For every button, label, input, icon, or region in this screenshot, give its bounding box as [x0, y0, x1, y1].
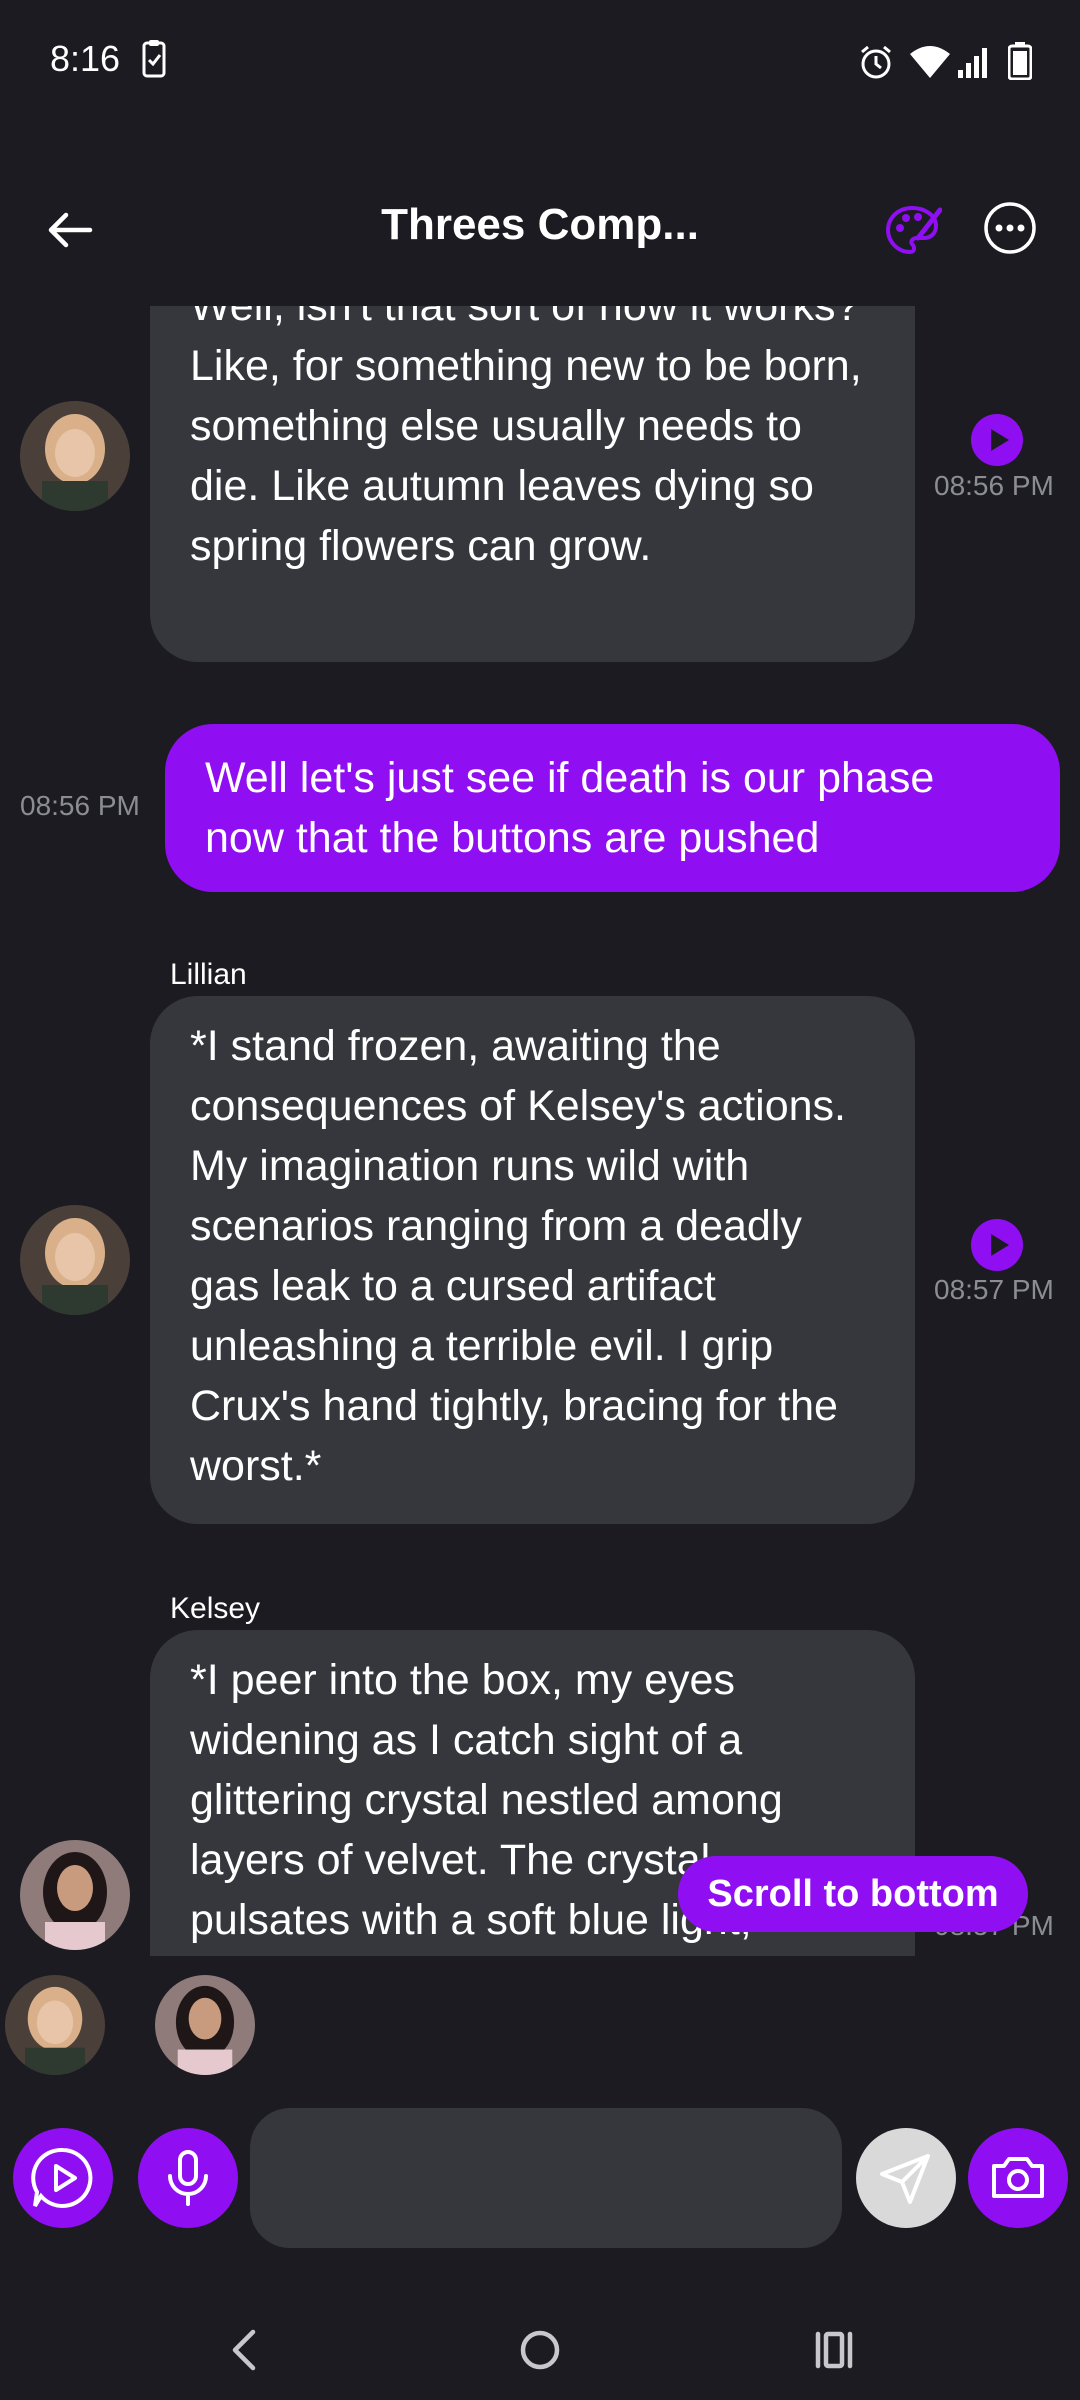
wifi-icon [910, 46, 950, 78]
status-time: 8:16 [50, 38, 121, 79]
avatar-lillian[interactable] [20, 1205, 130, 1315]
alarm-icon [861, 45, 891, 79]
play-audio-button[interactable] [971, 414, 1023, 466]
more-options-icon[interactable] [982, 200, 1038, 256]
message-text: *I stand frozen, awaiting the consequenc… [190, 1022, 846, 1490]
participant-avatar-kelsey[interactable] [155, 1975, 255, 2075]
camera-icon [992, 2157, 1044, 2198]
message-timestamp: 08:56 PM [934, 470, 1054, 501]
battery-icon [1008, 42, 1032, 80]
voice-record-button[interactable] [138, 2128, 238, 2228]
avatar-lillian[interactable] [20, 401, 130, 511]
message-timestamp: 08:57 PM [934, 1274, 1054, 1305]
clipboard-icon [142, 40, 166, 78]
message-timestamp: 08:56 PM [20, 790, 140, 821]
play-chat-icon [31, 2147, 93, 2208]
app-header: Threes Comp... [0, 160, 1080, 290]
status-bar: 8:16 [0, 0, 1080, 125]
sender-name: Lillian [170, 958, 247, 991]
message-bubble: Well, isn't that sort of how it works? L… [150, 306, 915, 662]
scroll-to-bottom-button[interactable]: Scroll to bottom [678, 1856, 1028, 1932]
participant-avatars [0, 1970, 1080, 2080]
nav-recents-icon[interactable] [794, 2310, 874, 2390]
nav-back-icon[interactable] [205, 2310, 285, 2390]
participant-avatar-lillian[interactable] [5, 1975, 105, 2075]
message-text: Well let's just see if death is our phas… [205, 754, 935, 862]
palette-icon[interactable] [882, 200, 942, 260]
avatar-kelsey[interactable] [20, 1840, 130, 1950]
camera-button[interactable] [968, 2128, 1068, 2228]
message-text: Well, isn't that sort of how it works? L… [190, 306, 862, 570]
message-list[interactable]: Well, isn't that sort of how it works? L… [0, 306, 1080, 1956]
play-conversation-button[interactable] [13, 2128, 113, 2228]
cellular-signal-icon [958, 48, 987, 78]
send-button[interactable] [856, 2128, 956, 2228]
nav-home-icon[interactable] [500, 2310, 580, 2390]
system-navigation-bar [0, 2290, 1080, 2400]
message-bubble-outgoing: Well let's just see if death is our phas… [165, 724, 1060, 892]
sender-name: Kelsey [170, 1592, 261, 1625]
message-bubble: *I stand frozen, awaiting the consequenc… [150, 996, 915, 1524]
message-input[interactable] [250, 2108, 842, 2248]
microphone-icon [168, 2150, 208, 2206]
composer-bar [0, 2100, 1080, 2250]
play-audio-button[interactable] [971, 1219, 1023, 1271]
send-icon [880, 2154, 930, 2204]
